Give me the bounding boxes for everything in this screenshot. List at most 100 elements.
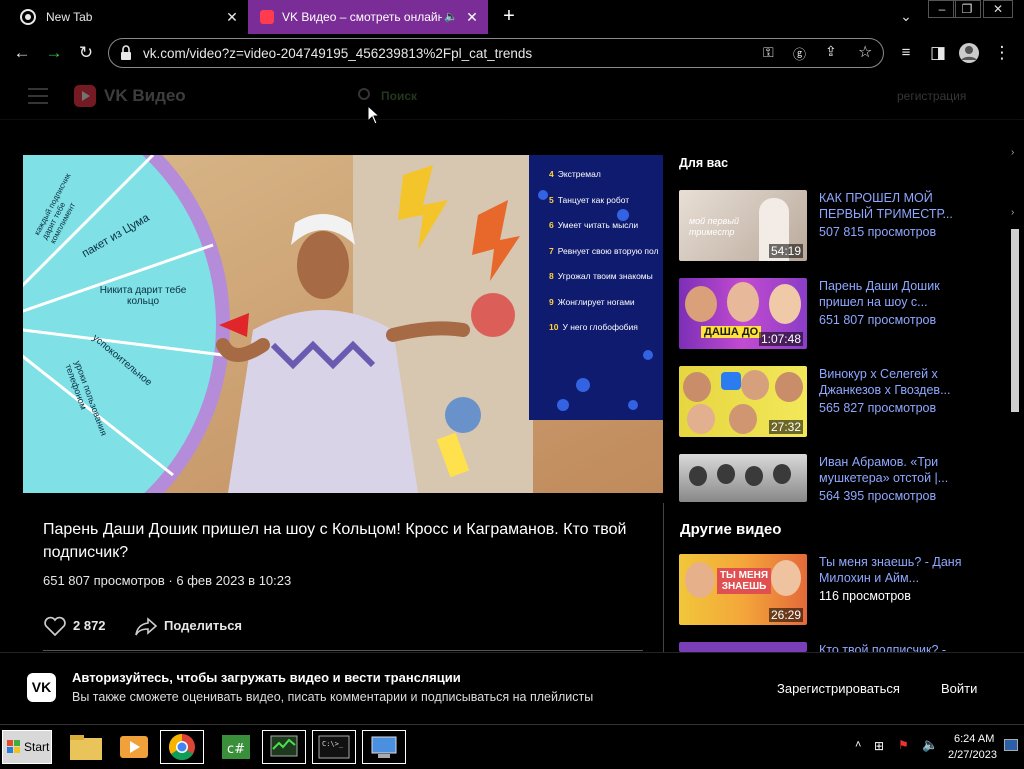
svg-text:C:\>_: C:\>_	[322, 740, 344, 748]
windows-logo-icon	[7, 740, 20, 753]
video-player[interactable]: каждый подписчик дарит тебе комплимент п…	[23, 155, 663, 493]
chrome-taskbar-icon[interactable]	[160, 730, 204, 764]
view-count: 507 815 просмотров	[819, 225, 937, 239]
video-link[interactable]: Кто твой подписчик? -	[819, 642, 967, 652]
login-button[interactable]: Войти	[941, 681, 977, 696]
board-item: 7 Ревнует свою вторую пол	[549, 245, 659, 256]
board-item: 6 Умеет читать мысли	[549, 220, 639, 230]
network-computer-icon[interactable]	[362, 730, 406, 764]
share-button[interactable]: Поделиться	[164, 618, 242, 633]
thumbnail-text: ДАША ДО	[701, 326, 762, 338]
duration-badge: 26:29	[768, 608, 803, 622]
board-item: 4 Экстремал	[549, 169, 601, 179]
vk-video-logo-icon[interactable]	[74, 85, 96, 107]
auth-heading: Авторизуйтесь, чтобы загружать видео и в…	[72, 670, 461, 685]
media-player-icon[interactable]	[112, 730, 156, 764]
video-link[interactable]: Парень Даши Дошик пришел на шоу с...	[819, 278, 967, 310]
heart-like-icon[interactable]	[43, 616, 67, 636]
minimize-button[interactable]: –	[928, 0, 956, 18]
speaker-icon[interactable]: 🔈	[444, 10, 458, 23]
video-thumbnail[interactable]: мой первый триместр 54:19	[679, 190, 807, 261]
video-thumbnail[interactable]: ТЫ МЕНЯ ЗНАЕШЬ 26:29	[679, 554, 807, 625]
content-divider	[663, 503, 664, 653]
command-prompt-icon[interactable]: C:\>_	[312, 730, 356, 764]
thumbnail-face	[685, 562, 715, 598]
volume-icon[interactable]: 🔈	[922, 737, 938, 753]
share-page-icon[interactable]: ⇪	[825, 43, 837, 60]
flag-alert-icon[interactable]: ⚑	[898, 738, 909, 752]
scrollbar-thumb[interactable]	[1011, 229, 1019, 412]
board-item: 9 Жонглирует ногами	[549, 296, 635, 307]
network-tray-icon[interactable]: ⊞	[874, 739, 884, 753]
wheel-label: Никита дарит тебе кольцо	[99, 285, 187, 307]
new-tab-button[interactable]: +	[499, 6, 519, 28]
translate-icon[interactable]: ⓖ	[793, 44, 806, 63]
url-text: vk.com/video?z=video-204749195_456239813…	[143, 46, 533, 61]
address-bar[interactable]: vk.com/video?z=video-204749195_456239813…	[108, 38, 884, 68]
close-tab-icon[interactable]: ✕	[464, 9, 480, 25]
video-thumbnail[interactable]: 27:32	[679, 366, 807, 437]
video-meta: 651 807 просмотров · 6 фев 2023 в 10:23	[43, 573, 292, 588]
close-tab-icon[interactable]: ✕	[224, 9, 240, 25]
clock-date[interactable]: 2/27/2023	[948, 749, 997, 761]
duration-badge: 54:19	[768, 244, 803, 258]
key-icon[interactable]: ⚿	[763, 44, 774, 61]
video-link[interactable]: Иван Абрамов. «Три мушкетера» отстой |..…	[819, 454, 967, 486]
video-link[interactable]: КАК ПРОШЕЛ МОЙ ПЕРВЫЙ ТРИМЕСТР...	[819, 190, 967, 222]
video-link[interactable]: Ты меня знаешь? - Даня Милохин и Айм...	[819, 554, 967, 586]
mouse-cursor-icon	[367, 105, 381, 125]
thumbnail-logo-badge	[721, 372, 741, 390]
task-manager-icon[interactable]	[262, 730, 306, 764]
maximize-button[interactable]: ❐	[953, 0, 981, 18]
vk-brand-text[interactable]: VK Видео	[104, 86, 186, 106]
forward-arrow-icon[interactable]: →	[43, 42, 65, 64]
thumbnail-face	[683, 372, 711, 402]
search-input[interactable]: Поиск	[381, 89, 417, 103]
tab-title: VK Видео – смотреть онлайн	[282, 10, 442, 24]
show-desktop-icon[interactable]	[1004, 739, 1018, 751]
scroll-down-icon[interactable]: ›	[1011, 207, 1014, 218]
board-item: 10 У него глобофобия	[549, 322, 638, 332]
tab-vk-video[interactable]: VK Видео – смотреть онлайн 🔈 ✕	[248, 0, 488, 34]
profile-avatar-icon[interactable]	[958, 42, 980, 64]
like-count[interactable]: 2 872	[73, 618, 106, 633]
scroll-up-icon[interactable]: ›	[1011, 147, 1014, 158]
close-window-button[interactable]: ✕	[983, 0, 1013, 18]
file-explorer-icon[interactable]	[64, 730, 108, 764]
board-item: 5 Танцует как робот	[549, 194, 630, 205]
thumbnail-face	[727, 282, 759, 322]
start-label: Start	[24, 740, 50, 754]
tab-new-tab[interactable]: New Tab ✕	[8, 0, 248, 34]
divider	[43, 650, 643, 651]
bookmark-star-icon[interactable]: ☆	[858, 42, 872, 62]
media-queue-icon[interactable]: ≡	[895, 42, 917, 64]
browser-toolbar: ← → ↻ vk.com/video?z=video-204749195_456…	[0, 34, 1024, 72]
side-panel-icon[interactable]: ◨	[927, 42, 949, 64]
clock-time[interactable]: 6:24 AM	[954, 733, 994, 745]
other-videos-heading: Другие видео	[680, 521, 782, 538]
thumbnail-face	[745, 466, 763, 486]
video-thumbnail[interactable]: ДАША ДО 1:07:48	[679, 278, 807, 349]
tab-search-icon[interactable]: ⌄	[892, 8, 920, 26]
register-link[interactable]: регистрация	[897, 89, 966, 103]
lock-icon	[121, 45, 131, 60]
tab-strip: New Tab ✕ VK Видео – смотреть онлайн 🔈 ✕…	[0, 0, 1024, 34]
view-count: 564 395 просмотров	[819, 489, 937, 503]
thumbnail-face	[717, 464, 735, 484]
vk-video-favicon	[260, 10, 274, 24]
for-you-heading: Для вас	[679, 156, 729, 170]
csharp-app-icon[interactable]: c#	[214, 730, 258, 764]
share-arrow-icon[interactable]	[134, 616, 158, 636]
reload-icon[interactable]: ↻	[75, 42, 97, 64]
menu-kebab-icon[interactable]: ⋮	[991, 42, 1013, 64]
hamburger-menu-icon[interactable]	[28, 88, 48, 104]
back-arrow-icon[interactable]: ←	[11, 42, 33, 64]
register-button[interactable]: Зарегистрироваться	[777, 681, 900, 696]
video-thumbnail[interactable]	[679, 642, 807, 652]
search-icon[interactable]	[358, 88, 370, 100]
tray-expand-icon[interactable]: ˄	[855, 739, 861, 751]
taskbar: Start c# C:\>_ ˄ ⊞ ⚑ 🔈 6:24 AM 2/27/2023	[0, 724, 1024, 768]
start-button[interactable]: Start	[2, 730, 52, 764]
video-thumbnail[interactable]	[679, 454, 807, 502]
video-link[interactable]: Винокур x Селегей x Джанкезов x Гвоздев.…	[819, 366, 967, 398]
